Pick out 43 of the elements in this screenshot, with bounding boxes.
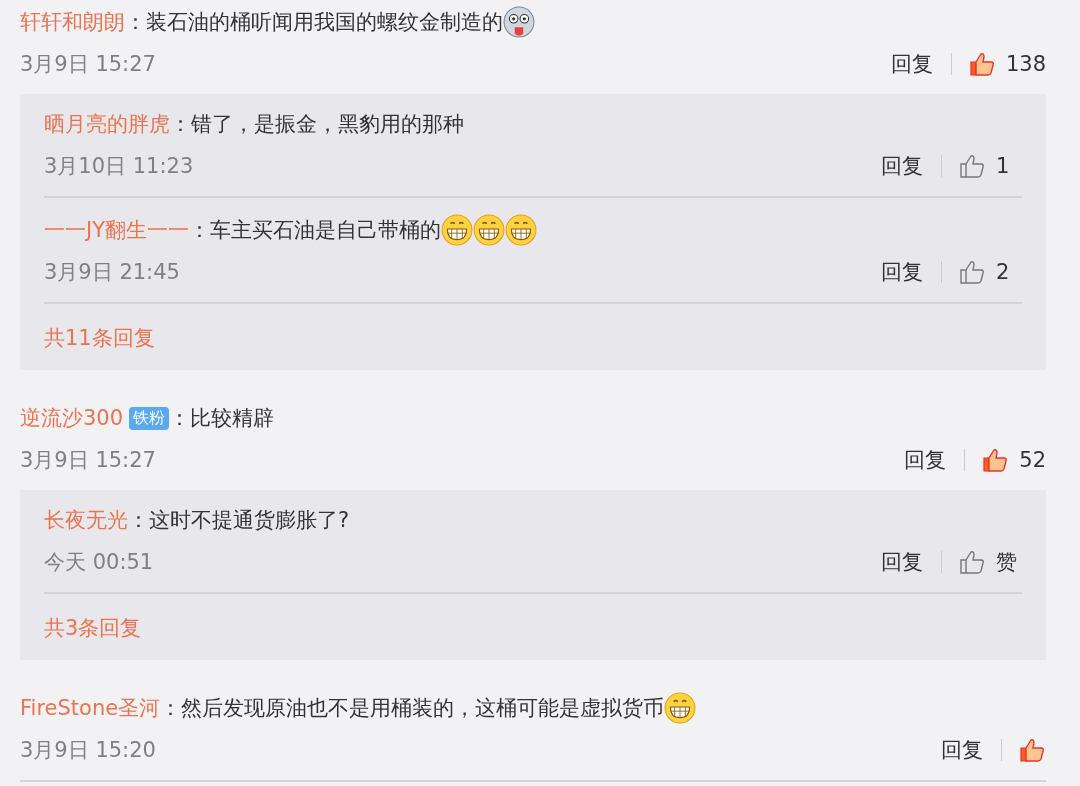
comment-time: 3月9日 15:27: [20, 447, 156, 474]
grin-emoji-icon: [473, 214, 506, 246]
reply-time: 3月10日 11:23: [44, 153, 194, 180]
username-link[interactable]: FireStone圣河: [20, 694, 161, 722]
liked-thumb-icon[interactable]: [969, 52, 996, 76]
username-link[interactable]: 逆流沙300: [20, 404, 124, 432]
reply-link[interactable]: 回复: [881, 152, 923, 180]
reply-text: ：这时不提通货膨胀了?: [128, 507, 350, 534]
username-link[interactable]: 晒月亮的胖虎: [44, 110, 170, 138]
reply-text: ：错了，是振金，黑豹用的那种: [170, 111, 464, 138]
like-count: 52: [1019, 448, 1046, 472]
reply-link[interactable]: 回复: [881, 548, 923, 576]
reply-time: 今天 00:51: [44, 549, 154, 576]
reply-link[interactable]: 回复: [881, 258, 923, 286]
comment-text: ：然后发现原油也不是用桶装的，这桶可能是虚拟货币: [160, 695, 665, 722]
grin-emoji-icon: [441, 214, 474, 246]
liked-thumb-icon[interactable]: [983, 448, 1010, 472]
fan-badge: 铁粉: [129, 406, 170, 430]
dizzy-emoji-icon: [503, 6, 535, 38]
like-count: 1: [996, 154, 1011, 178]
grin-emoji-icon: [505, 214, 538, 246]
username-link[interactable]: 一一JY翻生一一: [44, 216, 190, 244]
comment-text: ：装石油的桶听闻用我国的螺纹金制造的: [125, 9, 503, 36]
username-link[interactable]: 轩轩和朗朗: [20, 8, 125, 36]
more-replies-link[interactable]: 共11条回复: [44, 324, 155, 352]
grin-emoji-icon: [664, 692, 697, 724]
thumb-up-icon[interactable]: [960, 550, 986, 574]
more-replies-link[interactable]: 共3条回复: [44, 614, 142, 642]
like-count: 赞: [996, 549, 1018, 576]
thumb-up-icon[interactable]: [960, 154, 986, 178]
reply-link[interactable]: 回复: [904, 446, 947, 474]
comment-time: 3月9日 15:27: [20, 51, 156, 78]
thumb-up-icon[interactable]: [960, 260, 986, 284]
like-count: 2: [996, 260, 1011, 284]
comment-time: 3月9日 15:20: [20, 737, 156, 764]
reply-time: 3月9日 21:45: [44, 259, 180, 286]
like-count: 138: [1005, 52, 1046, 76]
comment-text: ：比较精辟: [169, 405, 275, 432]
reply-link[interactable]: 回复: [890, 50, 933, 78]
reply-link[interactable]: 回复: [941, 736, 983, 764]
username-link[interactable]: 长夜无光: [44, 506, 128, 534]
reply-text: ：车主买石油是自己带桶的: [189, 217, 442, 244]
liked-thumb-icon[interactable]: [1020, 738, 1046, 762]
